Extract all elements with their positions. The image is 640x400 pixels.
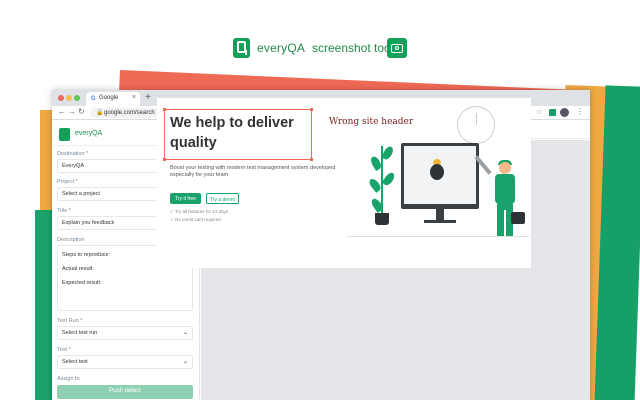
captured-screenshot[interactable]: We help to deliver quality Wrong site he… — [157, 98, 531, 268]
title-value: Explain you feedback — [62, 220, 115, 226]
lock-icon: 🔒 — [96, 110, 104, 116]
hero-subtitle: Boost your testing with modern test mana… — [170, 165, 336, 178]
google-favicon-icon: G — [91, 96, 96, 102]
worker-body — [495, 174, 515, 204]
title-label: Title * — [57, 208, 71, 214]
try-demo-button[interactable]: Try a demo — [206, 193, 239, 204]
feature-check: ✓ Try all features for 14 days — [170, 209, 229, 214]
url-text: google.com/search — [104, 110, 155, 116]
minimize-window-button[interactable] — [66, 95, 72, 101]
resize-handle[interactable] — [163, 108, 166, 111]
back-button[interactable]: ← — [58, 107, 66, 116]
resize-handle[interactable] — [310, 108, 313, 111]
leaf-shape — [381, 170, 397, 188]
test-value: Select test — [62, 359, 88, 365]
description-line: Steps to reproduce: — [62, 252, 111, 258]
resize-handle[interactable] — [310, 158, 313, 161]
description-line: Actual result: — [62, 266, 94, 272]
toolbag-icon — [511, 212, 525, 224]
maximize-window-button[interactable] — [74, 95, 80, 101]
chevron-down-icon: ⌄ — [182, 330, 188, 336]
assign-label: Assign to — [57, 376, 80, 382]
push-defect-button[interactable]: Push defect — [57, 385, 193, 399]
destination-label: Destination * — [57, 151, 89, 157]
testrun-select[interactable]: Select test run ⌄ — [57, 326, 193, 340]
close-window-button[interactable] — [58, 95, 64, 101]
hero-title: We help to deliver quality — [170, 115, 294, 151]
floor-line — [347, 236, 529, 237]
project-value: Select a project — [62, 191, 100, 197]
leaf-shape — [381, 144, 395, 162]
reload-button[interactable]: ↻ — [78, 107, 85, 116]
sidebar-brand: everyQA — [75, 130, 103, 137]
try-demo-label: Try a demo — [209, 196, 236, 203]
try-free-label: Try it free — [175, 196, 196, 202]
tab-title: Google — [99, 95, 119, 101]
brand-tagline: screenshot tool — [312, 41, 394, 55]
qa-logo-icon — [59, 128, 70, 141]
chevron-down-icon: ⌄ — [182, 359, 188, 365]
hero-illustration — [347, 106, 529, 266]
destination-value: EveryQA — [62, 163, 85, 169]
new-tab-button[interactable]: + — [145, 92, 151, 103]
camera-icon — [387, 38, 407, 58]
forward-button[interactable]: → — [68, 107, 76, 116]
worker-leg-gap — [504, 210, 506, 236]
feature-check: ✓ No credit card required — [170, 217, 221, 222]
testrun-value: Select test run — [62, 330, 98, 336]
resize-handle[interactable] — [163, 158, 166, 161]
testrun-label: Test Run * — [57, 318, 83, 324]
clock-icon — [457, 106, 495, 144]
project-label: Project * — [57, 179, 78, 185]
description-line: Expected result: — [62, 280, 102, 286]
qa-logo-icon — [233, 38, 250, 58]
description-label: Description — [57, 237, 85, 243]
everyqa-extension-icon[interactable] — [549, 109, 556, 116]
brand-header: everyQA screenshot tool — [0, 36, 640, 60]
bug-icon — [430, 164, 444, 180]
worker-head — [499, 162, 511, 174]
test-label: Test * — [57, 347, 71, 353]
plant-pot — [375, 213, 389, 225]
test-select[interactable]: Select test ⌄ — [57, 355, 193, 369]
monitor-base — [424, 220, 456, 223]
browser-menu-icon[interactable]: ⋮ — [576, 107, 584, 116]
browser-tab[interactable]: G Google × — [86, 92, 140, 106]
tab-close-icon[interactable]: × — [132, 94, 136, 101]
avatar[interactable] — [560, 108, 569, 117]
star-icon[interactable]: ☆ — [536, 108, 542, 116]
try-free-button[interactable]: Try it free — [170, 193, 201, 204]
push-defect-label: Push defect — [109, 388, 141, 394]
brand-name: everyQA — [257, 41, 306, 55]
